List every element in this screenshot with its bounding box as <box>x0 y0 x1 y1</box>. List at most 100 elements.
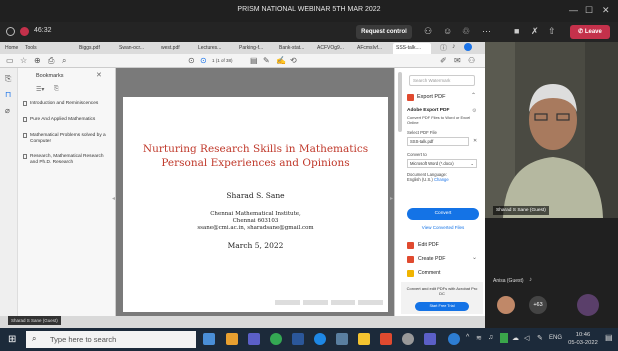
expand-icon[interactable]: ⌄ <box>472 254 477 261</box>
volume-icon[interactable]: ♫ <box>488 334 493 341</box>
clock[interactable]: 10:46 05-03-2022 <box>566 331 600 347</box>
sign-tool-icon[interactable]: ✐ <box>440 56 447 65</box>
minimize-icon[interactable]: — <box>569 5 578 15</box>
mic-off-icon[interactable]: ✗ <box>531 26 539 37</box>
bell-icon[interactable]: ♪ <box>452 43 456 50</box>
notes-icon[interactable] <box>358 333 370 345</box>
chat-icon[interactable]: ☺ <box>443 26 452 36</box>
page-indicator[interactable]: 1 (1 of 38) <box>212 58 233 63</box>
app-tray-icon[interactable] <box>500 333 508 343</box>
bookmark-panel-icon[interactable]: ⊓ <box>5 90 11 99</box>
close-icon[interactable]: ✕ <box>602 5 610 16</box>
maximize-icon[interactable]: ☐ <box>585 5 593 16</box>
add-bookmark-icon[interactable]: ⎘ <box>54 86 59 93</box>
network-icon[interactable]: ≋ <box>476 334 482 342</box>
bookmark-item[interactable]: Research, Mathematical Research and Ph.D… <box>30 154 110 166</box>
settings-icon[interactable] <box>402 333 414 345</box>
bookmark-item[interactable]: Mathematical Problems solved by a Comput… <box>30 133 110 145</box>
pen-icon[interactable]: ✎ <box>263 56 270 65</box>
language-value: English (U.S.) <box>407 177 433 182</box>
bookmark-item[interactable]: Pure And Applied Mathematics <box>30 117 110 123</box>
file-explorer-icon[interactable] <box>203 333 215 345</box>
tab-bank[interactable]: Bank-stat... <box>276 43 312 54</box>
attachments-icon[interactable]: ⌀ <box>5 106 10 115</box>
tab-lectures[interactable]: Lectures... <box>195 43 229 54</box>
mail-icon[interactable]: ✉ <box>454 56 461 65</box>
pages-icon[interactable]: ⎘ <box>5 74 11 84</box>
remove-file-icon[interactable]: ✕ <box>473 138 477 144</box>
language-indicator[interactable]: ENG <box>549 335 562 341</box>
scrollbar[interactable] <box>398 72 402 132</box>
close-panel-icon[interactable]: ✕ <box>96 71 102 79</box>
leave-button[interactable]: ✆ Leave <box>570 25 610 39</box>
upload-icon[interactable]: ⊕ <box>34 56 41 65</box>
next-page-icon[interactable]: ⊙ <box>200 56 207 65</box>
more-participants-badge[interactable]: +63 <box>529 296 547 314</box>
save-icon[interactable]: ▭ <box>6 56 14 65</box>
notification-icon[interactable]: ▤ <box>605 333 613 342</box>
pen-tray-icon[interactable]: ✎ <box>537 334 543 342</box>
windows-icon[interactable]: ⊞ <box>8 334 16 345</box>
create-pdf-label[interactable]: Create PDF <box>418 256 445 262</box>
free-trial-button[interactable]: Start Free Trial <box>415 302 469 311</box>
cloud-icon[interactable]: ☁ <box>512 334 519 342</box>
participants-icon[interactable]: ⚇ <box>424 26 432 37</box>
speaker-icon[interactable]: ◁ <box>524 334 529 342</box>
collapse-left-icon[interactable]: ◂ <box>112 195 115 202</box>
tab-afcms[interactable]: AFcmsIvf... <box>354 43 390 54</box>
collapse-icon[interactable]: ⌃ <box>471 92 476 99</box>
tab-home[interactable]: Home <box>2 43 20 54</box>
comment-label[interactable]: Comment <box>418 270 441 276</box>
prev-page-icon[interactable]: ⊙ <box>188 56 195 65</box>
search-icon[interactable]: ⌕ <box>62 56 66 66</box>
share-icon[interactable]: ⇧ <box>548 26 556 37</box>
tab-tools[interactable]: Tools <box>22 43 42 54</box>
select-pdf-label: Select PDF File <box>407 130 437 135</box>
meet-icon[interactable] <box>314 333 326 345</box>
file-field[interactable]: SSS-talk.pdf <box>407 137 469 146</box>
tab-sss-talk[interactable]: SSS-talk.... <box>393 43 431 54</box>
acrobat-toolbar: ▭ ☆ ⊕ ⎙ ⌕ ⊙ ⊙ 1 (1 of 38) ▤ ✎ ✍ ⟲ ✐ ✉ ⚇ <box>0 54 485 68</box>
calculator-icon[interactable] <box>336 333 348 345</box>
star-icon[interactable]: ☆ <box>20 56 27 65</box>
user-avatar-icon[interactable] <box>448 333 460 345</box>
teams-meeting-icon[interactable] <box>424 333 436 345</box>
comment-tool-icon[interactable]: ▤ <box>250 56 258 65</box>
share-doc-icon[interactable]: ⟲ <box>290 56 297 65</box>
export-pdf-label[interactable]: Export PDF <box>417 94 445 100</box>
avatar[interactable] <box>577 294 599 316</box>
search-box[interactable]: ⌕ Type here to search <box>26 331 196 348</box>
bookmark-item[interactable]: Introduction and Reminiscences <box>30 101 110 107</box>
beamer-nav[interactable] <box>275 300 383 305</box>
reactions-icon[interactable]: ♲ <box>462 26 470 37</box>
change-language-link[interactable]: Change <box>434 177 449 182</box>
convert-button[interactable]: Convert <box>407 208 479 220</box>
tab-parking[interactable]: Parking-f... <box>236 43 272 54</box>
teams-icon[interactable] <box>248 333 260 345</box>
collapse-right-icon[interactable]: ▸ <box>390 195 393 202</box>
share-user-icon[interactable]: ⚇ <box>468 56 475 65</box>
tab-west[interactable]: west.pdf <box>158 43 188 54</box>
help-icon[interactable]: ⓘ <box>440 43 447 53</box>
tab-biggs[interactable]: Biggs.pdf <box>76 43 108 54</box>
sign-icon[interactable]: ✍ <box>276 56 286 65</box>
options-icon[interactable]: ☰▾ <box>36 86 44 93</box>
more-options-icon[interactable]: ⋯ <box>482 26 491 37</box>
request-control-button[interactable]: Request control <box>356 25 412 39</box>
settings-icon[interactable]: ⚙ <box>472 108 476 114</box>
print-icon[interactable]: ⎙ <box>48 56 54 66</box>
view-converted-link[interactable]: View Converted Files <box>395 225 491 230</box>
chrome-icon[interactable] <box>270 333 282 345</box>
acrobat-icon[interactable] <box>380 333 392 345</box>
search-watermark-input[interactable]: Search Watermark <box>409 75 475 86</box>
format-select[interactable]: Microsoft Word (*.docx) ⌄ <box>407 159 477 168</box>
camera-icon[interactable]: ■ <box>514 26 519 36</box>
word-icon[interactable] <box>292 333 304 345</box>
chevron-up-icon[interactable]: ^ <box>466 334 469 341</box>
account-icon[interactable] <box>464 43 472 51</box>
firefox-icon[interactable] <box>226 333 238 345</box>
tab-acfv[interactable]: ACFVOg9... <box>314 43 352 54</box>
edit-pdf-label[interactable]: Edit PDF <box>418 242 439 248</box>
tab-swan[interactable]: Swan-ocr... <box>116 43 152 54</box>
avatar[interactable] <box>497 296 515 314</box>
